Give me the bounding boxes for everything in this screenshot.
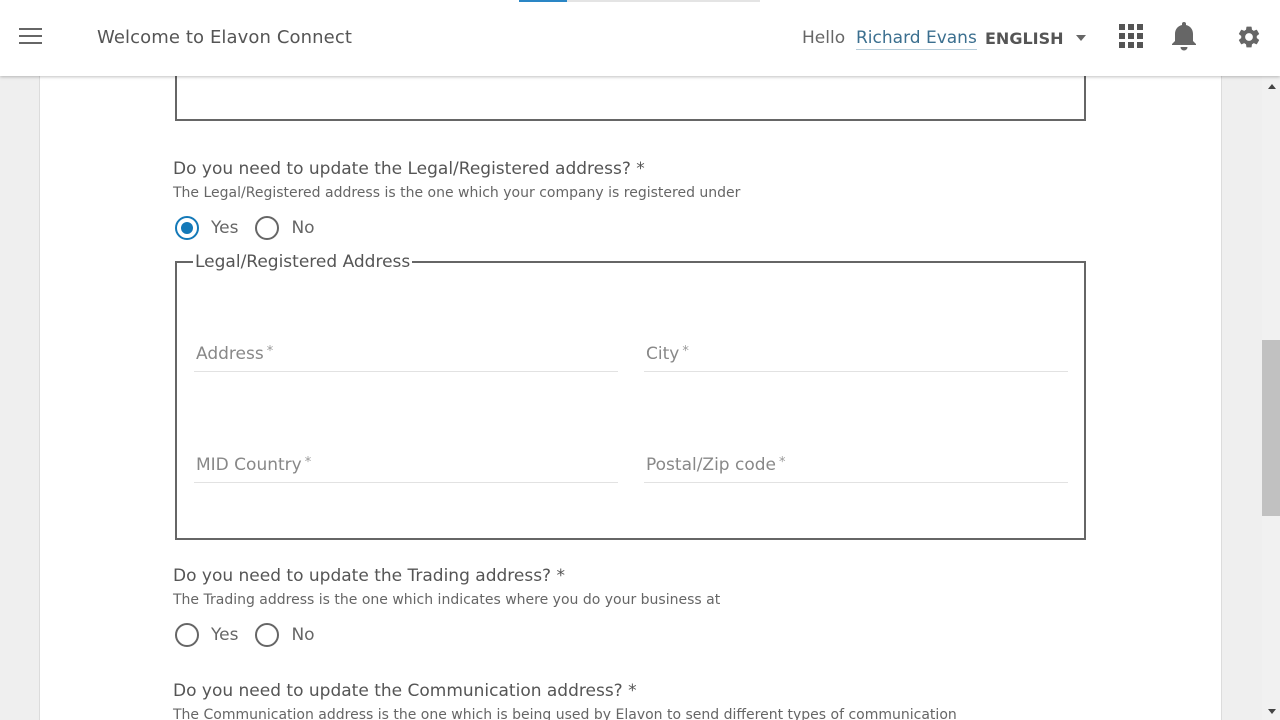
radio-unchecked-icon[interactable] bbox=[255, 216, 280, 240]
legal-no-radio[interactable]: No bbox=[255, 216, 315, 240]
loading-progress-bar bbox=[519, 0, 760, 2]
city-label: City bbox=[646, 344, 680, 364]
language-selector[interactable]: ENGLISH bbox=[985, 29, 1064, 48]
page-scrollbar[interactable] bbox=[1262, 76, 1280, 720]
radio-label: Yes bbox=[211, 625, 239, 645]
radio-label: Yes bbox=[211, 218, 239, 238]
required-marker: * bbox=[266, 344, 274, 359]
trading-address-radio-group: Yes No bbox=[175, 623, 332, 647]
apps-grid-icon[interactable] bbox=[1119, 24, 1143, 48]
radio-unchecked-icon[interactable] bbox=[175, 623, 199, 647]
city-input[interactable]: City * bbox=[644, 336, 1068, 372]
radio-checked-icon[interactable] bbox=[175, 216, 199, 240]
address-label: Address bbox=[196, 344, 264, 364]
previous-section-box bbox=[175, 76, 1086, 121]
scroll-down-arrow-icon[interactable] bbox=[1268, 709, 1276, 714]
radio-label: No bbox=[291, 625, 315, 645]
bell-icon[interactable] bbox=[1170, 20, 1198, 52]
app-title: Welcome to Elavon Connect bbox=[97, 27, 352, 48]
legal-yes-radio[interactable]: Yes bbox=[175, 216, 238, 240]
top-app-bar: Welcome to Elavon Connect Hello Richard … bbox=[0, 0, 1280, 76]
mid-country-label: MID Country bbox=[196, 455, 302, 475]
gear-icon[interactable] bbox=[1236, 24, 1262, 50]
legal-address-description: The Legal/Registered address is the one … bbox=[173, 185, 741, 201]
legal-address-fieldset: Legal/Registered Address Address * City * … bbox=[175, 252, 1086, 540]
radio-label: No bbox=[291, 218, 315, 238]
legal-address-question: Do you need to update the Legal/Register… bbox=[173, 159, 645, 179]
legal-address-radio-group: Yes No bbox=[175, 216, 332, 240]
loading-progress-fill bbox=[519, 0, 568, 2]
scroll-up-arrow-icon[interactable] bbox=[1268, 84, 1276, 89]
form-page: Do you need to update the Legal/Register… bbox=[39, 76, 1222, 720]
chevron-down-icon[interactable] bbox=[1076, 35, 1086, 41]
communication-address-description: The Communication address is the one whi… bbox=[173, 707, 957, 720]
trading-address-question: Do you need to update the Trading addres… bbox=[173, 566, 565, 586]
required-marker: * bbox=[682, 344, 689, 359]
trading-yes-radio[interactable]: Yes bbox=[175, 623, 238, 647]
trading-no-radio[interactable]: No bbox=[255, 623, 315, 647]
greeting-text: Hello bbox=[802, 28, 846, 48]
mid-country-input[interactable]: MID Country * bbox=[194, 447, 618, 483]
required-marker: * bbox=[779, 455, 786, 470]
required-marker: * bbox=[304, 455, 312, 470]
trading-address-description: The Trading address is the one which ind… bbox=[173, 592, 721, 608]
radio-unchecked-icon[interactable] bbox=[255, 623, 280, 647]
legal-address-legend: Legal/Registered Address bbox=[195, 252, 411, 272]
postal-code-input[interactable]: Postal/Zip code * bbox=[644, 447, 1068, 483]
postal-code-label: Postal/Zip code bbox=[646, 455, 776, 475]
user-profile-link[interactable]: Richard Evans bbox=[856, 28, 977, 50]
communication-address-question: Do you need to update the Communication … bbox=[173, 681, 637, 701]
menu-icon[interactable] bbox=[19, 28, 42, 46]
scrollbar-thumb[interactable] bbox=[1262, 340, 1280, 516]
address-input[interactable]: Address * bbox=[194, 336, 618, 372]
